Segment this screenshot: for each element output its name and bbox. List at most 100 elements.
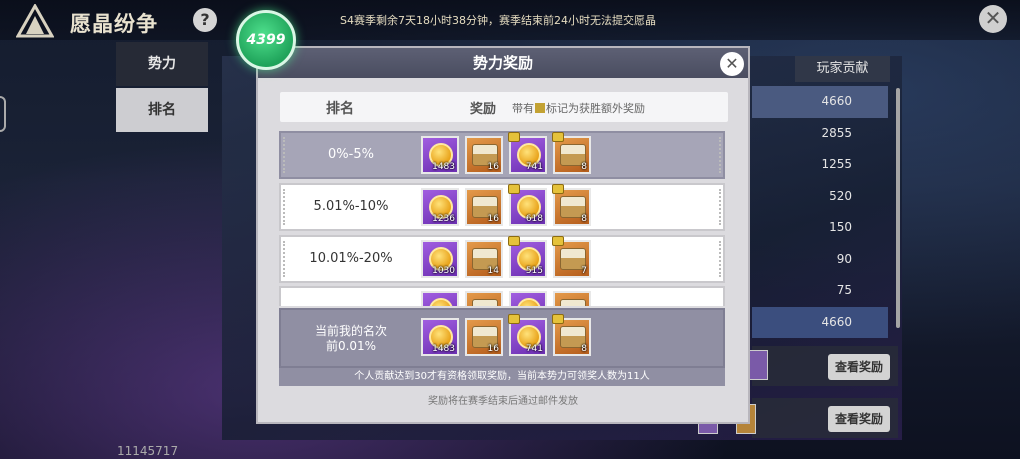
bonus-mark-icon: [508, 314, 520, 324]
chest-icon: [472, 299, 498, 306]
reward-item[interactable]: 7: [552, 236, 591, 278]
page-title: 愿晶纷争: [70, 12, 158, 36]
modal-header: 势力奖励 ✕: [258, 48, 748, 78]
contribution-value: 75: [836, 283, 852, 297]
contribution-value: 4660: [752, 86, 888, 118]
item-count: 1236: [432, 214, 455, 224]
reward-item[interactable]: 8: [552, 132, 591, 174]
row-decoration: [719, 189, 721, 225]
eligibility-note: 个人贡献达到30才有资格领取奖励，当前本势力可领奖人数为11人: [279, 368, 725, 386]
reward-item[interactable]: [509, 291, 547, 306]
row-decoration: [283, 241, 285, 277]
reward-item[interactable]: 1483: [421, 318, 459, 356]
modal-close-button[interactable]: ✕: [720, 52, 744, 76]
bonus-mark-icon: [535, 103, 545, 113]
reward-tier-row-partial: [279, 286, 725, 306]
row-decoration: [283, 137, 285, 173]
item-count: 741: [525, 344, 543, 354]
my-rank-title: 当前我的名次: [314, 324, 387, 338]
contribution-value: 2855: [821, 125, 852, 140]
row-decoration: [283, 189, 285, 225]
help-button[interactable]: ?: [193, 8, 217, 32]
mail-delivery-note: 奖励将在赛季结束后通过邮件发放: [428, 396, 578, 407]
contribution-value: 520: [829, 188, 852, 203]
coin-icon: [517, 298, 541, 306]
tab-ranking[interactable]: 排名: [116, 88, 208, 132]
bonus-mark-icon: [508, 236, 520, 246]
my-rank-value: 前0.01%: [325, 339, 377, 353]
reward-item[interactable]: 16: [465, 318, 503, 356]
reward-thumbnail: [748, 350, 768, 380]
season-info: S4赛季剩余7天18小时38分钟，赛季结束前24小时无法提交愿晶: [340, 14, 656, 27]
reward-item[interactable]: 16: [465, 188, 503, 226]
item-count: 741: [525, 162, 543, 172]
contribution-value: 4660: [752, 306, 888, 338]
tier-label: 0%-5%: [328, 147, 374, 162]
reward-item[interactable]: 8: [552, 314, 591, 356]
reward-item[interactable]: 1483: [421, 136, 459, 174]
bonus-note-suffix: 标记为获胜额外奖励: [546, 102, 645, 115]
bonus-mark-icon: [552, 314, 564, 324]
bonus-note: 带有 标记为获胜额外奖励: [512, 100, 645, 116]
tier-label: 5.01%-10%: [313, 199, 389, 214]
view-reward-button[interactable]: 查看奖励: [828, 406, 890, 432]
reward-item[interactable]: 14: [465, 240, 503, 278]
reward-item[interactable]: 618: [508, 184, 547, 226]
bonus-mark-icon: [508, 132, 520, 142]
bonus-note-prefix: 带有: [512, 102, 534, 115]
contribution-value: 90: [836, 251, 852, 266]
faction-logo-icon: [16, 4, 54, 38]
item-count: 1483: [432, 162, 455, 172]
list-scrollbar[interactable]: [896, 88, 900, 328]
reward-item[interactable]: 16: [465, 136, 503, 174]
bonus-mark-icon: [552, 236, 564, 246]
reward-item[interactable]: 8: [552, 184, 591, 226]
contribution-list: 4660 2855 1255 520 150 90 75 4660: [752, 86, 888, 338]
item-count: 618: [525, 214, 543, 224]
reward-item[interactable]: 1030: [421, 240, 459, 278]
item-count: 14: [487, 266, 499, 276]
item-count: 8: [581, 162, 587, 172]
item-count: 1030: [432, 266, 455, 276]
column-reward: 奖励: [470, 102, 497, 117]
view-reward-button[interactable]: 查看奖励: [828, 354, 890, 380]
item-count: 1483: [432, 344, 455, 354]
bonus-mark-icon: [552, 132, 564, 142]
close-page-button[interactable]: ✕: [979, 5, 1007, 33]
item-count: 7: [581, 266, 587, 276]
tier-label: 10.01%-20%: [309, 251, 393, 266]
user-id: 11145717: [117, 444, 179, 458]
reward-item[interactable]: 1236: [421, 188, 459, 226]
item-count: 16: [487, 344, 499, 354]
item-count: 16: [487, 162, 499, 172]
column-rank: 排名: [326, 101, 354, 117]
my-rank-row: 当前我的名次 前0.01% 1483 16 741 8: [279, 308, 725, 368]
reward-item[interactable]: 741: [508, 314, 547, 356]
reward-tier-row: 5.01%-10% 1236 16 618 8: [279, 183, 725, 231]
bonus-mark-icon: [552, 184, 564, 194]
modal-title: 势力奖励: [472, 54, 533, 72]
reward-tier-row: 10.01%-20% 1030 14 515 7: [279, 235, 725, 283]
points-badge: 4399: [236, 10, 296, 70]
reward-item[interactable]: 515: [508, 236, 547, 278]
my-rank-label: 当前我的名次 前0.01%: [291, 324, 411, 354]
reward-item[interactable]: [421, 291, 459, 306]
contribution-value: 150: [829, 220, 852, 234]
row-decoration: [719, 241, 721, 277]
row-decoration: [719, 137, 721, 173]
side-drawer-handle[interactable]: [0, 96, 6, 132]
coin-icon: [429, 298, 453, 306]
reward-item[interactable]: [465, 291, 503, 306]
contribution-value: 1255: [821, 157, 852, 171]
chest-icon: [560, 299, 586, 306]
reward-table-header: 排名 奖励 带有 标记为获胜额外奖励: [280, 92, 728, 122]
bonus-mark-icon: [508, 184, 520, 194]
contribution-column-header: 玩家贡献: [795, 56, 890, 82]
faction-reward-modal: 势力奖励 ✕ 排名 奖励 带有 标记为获胜额外奖励 0%-5% 1483 16 7…: [256, 46, 750, 424]
top-bar: 愿晶纷争 ? S4赛季剩余7天18小时38分钟，赛季结束前24小时无法提交愿晶 …: [0, 0, 1020, 40]
item-count: 8: [581, 344, 587, 354]
reward-item[interactable]: [553, 291, 591, 306]
item-count: 515: [525, 266, 543, 276]
tab-faction[interactable]: 势力: [116, 42, 208, 86]
reward-item[interactable]: 741: [508, 132, 547, 174]
